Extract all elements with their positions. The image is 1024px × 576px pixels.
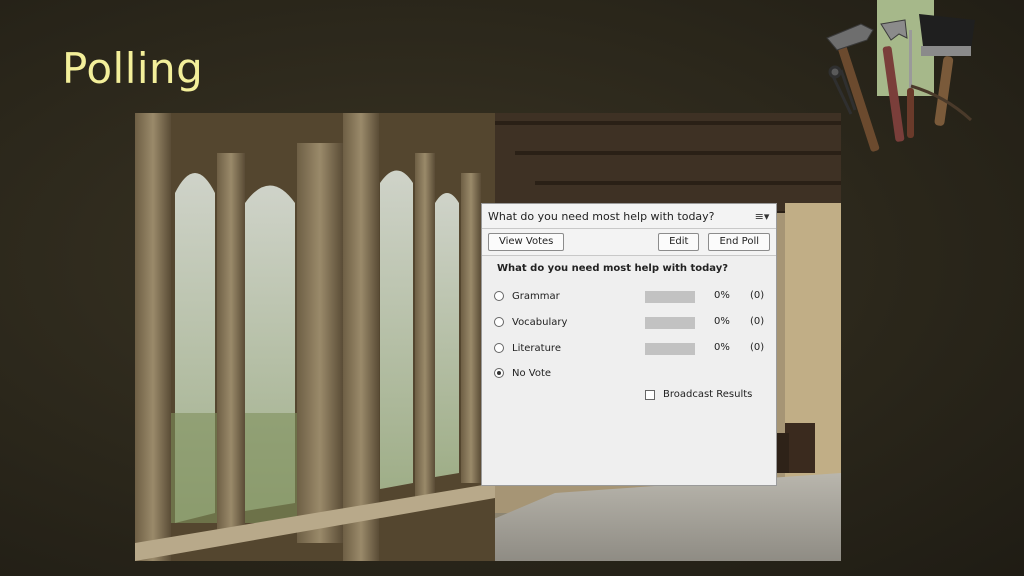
- poll-window-title: What do you need most help with today?: [488, 209, 715, 223]
- edit-button[interactable]: Edit: [658, 233, 700, 251]
- view-votes-button[interactable]: View Votes: [488, 233, 565, 251]
- option-label: Grammar: [512, 290, 560, 302]
- option-bar: [645, 343, 695, 355]
- broadcast-results[interactable]: Broadcast Results: [645, 389, 752, 400]
- option-radio[interactable]: [494, 343, 504, 353]
- option-bar: [645, 291, 695, 303]
- option-no-vote[interactable]: No Vote: [494, 366, 551, 380]
- option-count: (0): [750, 342, 765, 353]
- option-percent: 0%: [714, 342, 730, 353]
- option-vocabulary[interactable]: Vocabulary: [494, 315, 567, 329]
- option-percent: 0%: [714, 316, 730, 327]
- option-label: No Vote: [512, 367, 552, 379]
- poll-pod: What do you need most help with today? ≡…: [481, 203, 777, 486]
- broadcast-checkbox[interactable]: [645, 389, 655, 400]
- option-grammar[interactable]: Grammar: [494, 289, 560, 303]
- option-literature[interactable]: Literature: [494, 341, 561, 355]
- broadcast-label: Broadcast Results: [663, 389, 753, 400]
- end-poll-button[interactable]: End Poll: [708, 233, 770, 251]
- option-radio[interactable]: [494, 291, 504, 301]
- poll-header: What do you need most help with today? ≡…: [482, 204, 776, 229]
- option-count: (0): [750, 290, 765, 301]
- option-percent: 0%: [714, 290, 730, 301]
- option-bar: [645, 317, 695, 329]
- poll-question: What do you need most help with today?: [497, 263, 729, 274]
- option-label: Literature: [512, 342, 561, 354]
- option-label: Vocabulary: [512, 316, 568, 328]
- option-radio[interactable]: [494, 368, 504, 378]
- slide-title: Polling: [62, 44, 204, 93]
- menu-icon[interactable]: ≡▾: [754, 210, 770, 223]
- option-radio[interactable]: [494, 317, 504, 327]
- option-count: (0): [750, 316, 765, 327]
- poll-toolbar: View Votes Edit End Poll: [482, 229, 776, 256]
